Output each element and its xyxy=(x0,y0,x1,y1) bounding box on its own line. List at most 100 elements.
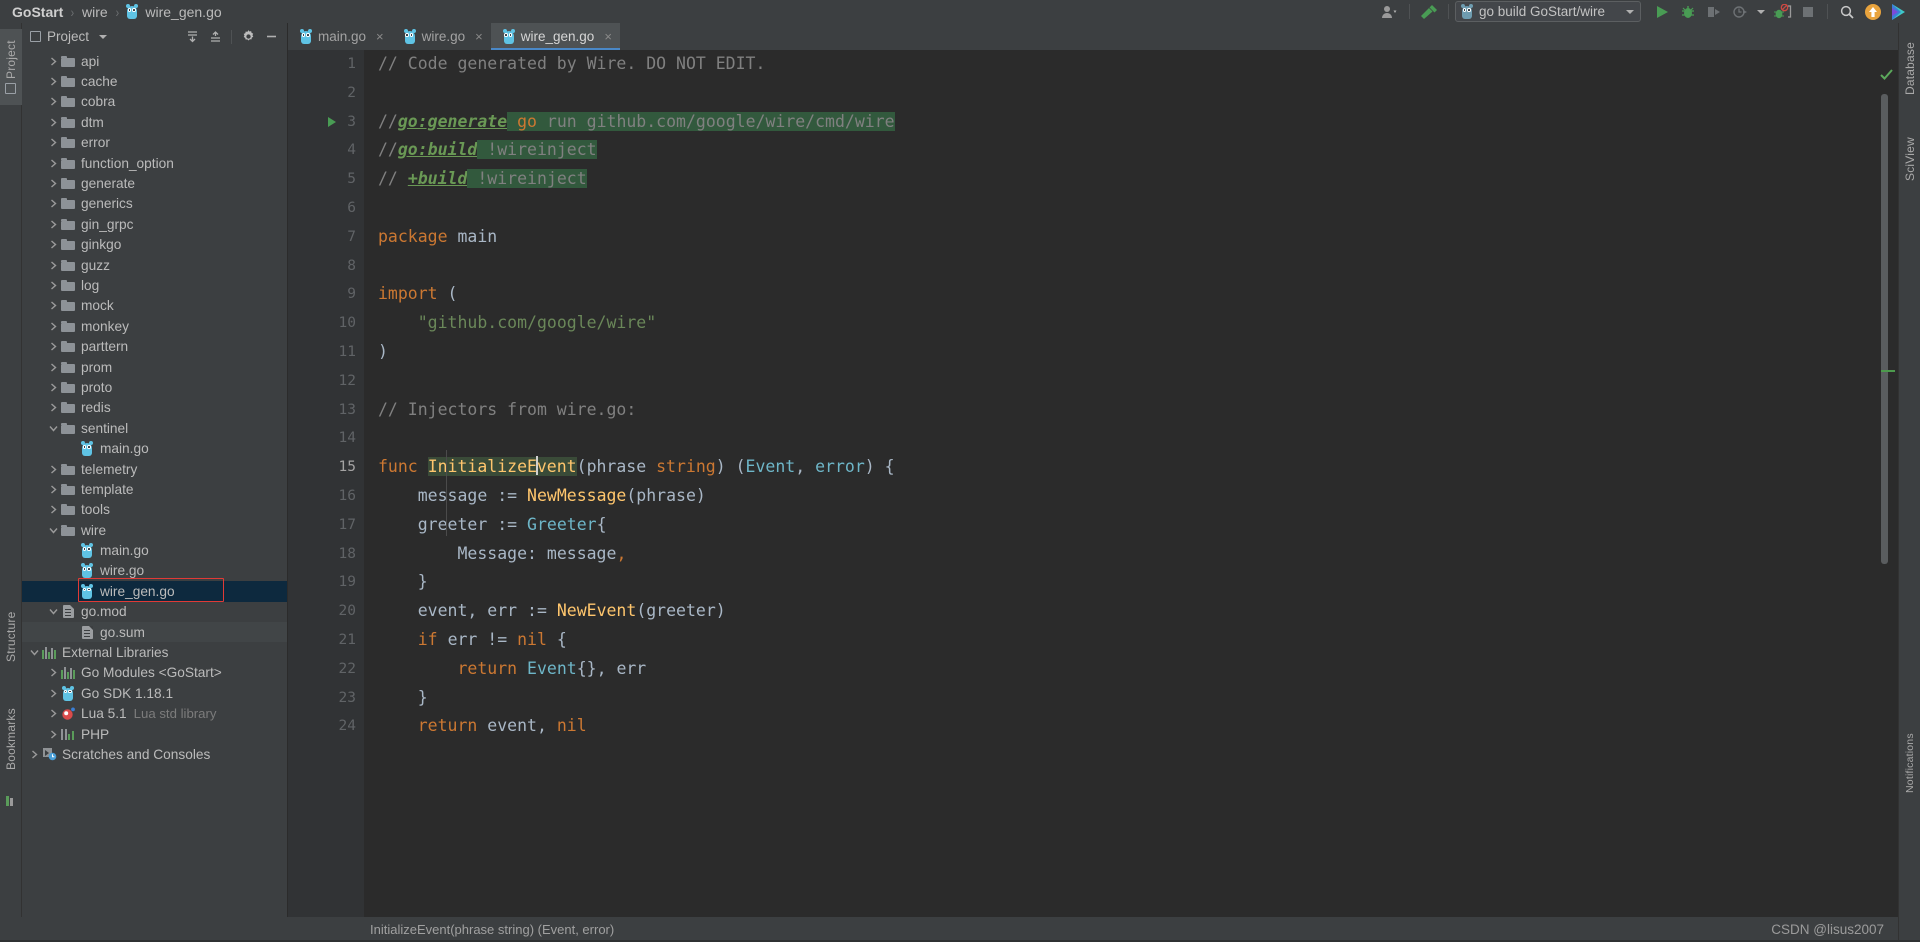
tree-expand-arrow[interactable] xyxy=(47,663,60,683)
gutter-line-number[interactable]: 11 xyxy=(288,338,375,367)
tree-folder-row[interactable]: parttern xyxy=(22,336,287,356)
stop-icon[interactable] xyxy=(1795,1,1821,23)
tree-file-row[interactable]: Go SDK 1.18.1 xyxy=(22,683,287,703)
code-line[interactable]: ) xyxy=(378,338,1898,367)
tree-folder-row[interactable]: sentinel xyxy=(22,418,287,438)
gutter-line-number[interactable]: 7 xyxy=(288,223,364,252)
code-line[interactable]: package main xyxy=(378,223,1898,252)
code-line[interactable] xyxy=(378,194,1898,223)
project-file-tree[interactable]: api cache cobra dtm error function_option gene… xyxy=(22,50,287,917)
code-line[interactable]: return event, nil xyxy=(378,712,1898,741)
gutter-line-number[interactable]: 20 xyxy=(288,597,364,626)
tree-expand-arrow[interactable] xyxy=(47,133,60,153)
tree-expand-arrow[interactable] xyxy=(47,92,60,112)
chevron-down-icon[interactable] xyxy=(1753,1,1769,23)
tree-expand-arrow[interactable] xyxy=(47,112,60,132)
tree-file-row[interactable]: Go Modules <GoStart> xyxy=(22,663,287,683)
code-line[interactable]: //go:generate go run github.com/google/w… xyxy=(378,108,1898,137)
code-line[interactable]: import ( xyxy=(378,280,1898,309)
hammer-icon[interactable] xyxy=(1416,1,1442,23)
tree-expand-arrow[interactable] xyxy=(47,500,60,520)
code-line[interactable]: // Injectors from wire.go: xyxy=(378,396,1898,425)
gutter-line-number[interactable]: 9 xyxy=(288,280,375,309)
code-line[interactable]: message := NewMessage(phrase) xyxy=(378,482,1898,511)
tree-folder-row[interactable]: telemetry xyxy=(22,459,287,479)
editor-code-content[interactable]: // Code generated by Wire. DO NOT EDIT. … xyxy=(364,50,1898,917)
tree-expand-arrow[interactable] xyxy=(47,357,60,377)
gutter-line-number[interactable]: 1 xyxy=(288,50,364,79)
tree-folder-row[interactable]: gin_grpc xyxy=(22,214,287,234)
gutter-line-number[interactable]: 4 xyxy=(288,136,364,165)
ide-logo-icon[interactable] xyxy=(1886,1,1912,23)
tree-expand-arrow[interactable] xyxy=(28,744,41,764)
editor-tab-strip[interactable]: main.go × wire.go × wire_gen.go × xyxy=(288,23,1898,50)
tree-expand-arrow[interactable] xyxy=(47,255,60,275)
close-icon[interactable]: × xyxy=(376,29,384,44)
code-line[interactable]: func InitializeEvent(phrase string) (Eve… xyxy=(378,453,1898,482)
expand-all-icon[interactable] xyxy=(182,27,202,47)
tool-window-structure[interactable]: Structure xyxy=(0,595,22,679)
tree-expand-arrow[interactable] xyxy=(47,153,60,173)
tree-file-row[interactable]: main.go xyxy=(22,438,287,458)
tool-window-database[interactable]: Database xyxy=(1899,29,1920,109)
run-gutter-icon[interactable] xyxy=(328,116,336,127)
code-line[interactable] xyxy=(378,424,1898,453)
tree-expand-arrow[interactable] xyxy=(66,541,79,561)
gutter-line-number[interactable]: 18 xyxy=(288,540,364,569)
collapse-all-icon[interactable] xyxy=(205,27,225,47)
editor-tab[interactable]: wire_gen.go × xyxy=(490,23,621,50)
code-line[interactable]: "github.com/google/wire" xyxy=(378,309,1898,338)
gutter-line-number[interactable]: 8 xyxy=(288,252,364,281)
editor-vertical-scrollbar[interactable] xyxy=(1881,94,1888,564)
code-line[interactable]: // +build !wireinject xyxy=(378,165,1898,194)
tree-folder-row[interactable]: cobra xyxy=(22,92,287,112)
editor-tab[interactable]: main.go × xyxy=(288,23,392,50)
tree-folder-row[interactable]: api xyxy=(22,51,287,71)
gutter-line-number[interactable]: 15 xyxy=(288,453,375,482)
run-with-coverage-icon[interactable] xyxy=(1701,1,1727,23)
debug-bug-icon[interactable] xyxy=(1675,1,1701,23)
tree-file-row[interactable]: wire_gen.go xyxy=(22,581,287,602)
gutter-line-number[interactable]: 5 xyxy=(288,165,375,194)
tree-folder-row[interactable]: wire xyxy=(22,520,287,540)
tree-folder-row[interactable]: prom xyxy=(22,357,287,377)
tree-folder-row[interactable]: guzz xyxy=(22,255,287,275)
tree-file-row[interactable]: PHP xyxy=(22,724,287,744)
code-line[interactable]: return Event{}, err xyxy=(378,655,1898,684)
code-line[interactable] xyxy=(378,79,1898,108)
tree-expand-arrow[interactable] xyxy=(66,581,79,601)
tree-folder-row[interactable]: tools xyxy=(22,500,287,520)
tree-expand-arrow[interactable] xyxy=(66,622,79,642)
gutter-line-number[interactable]: 13 xyxy=(288,396,364,425)
editor-tab[interactable]: wire.go × xyxy=(392,23,491,50)
breadcrumb-project[interactable]: GoStart xyxy=(9,4,66,20)
gutter-line-number[interactable]: 24 xyxy=(288,712,364,741)
tree-expand-arrow[interactable] xyxy=(66,561,79,581)
breadcrumb-folder[interactable]: wire xyxy=(79,4,111,20)
tree-folder-row[interactable]: generics xyxy=(22,194,287,214)
tool-window-notifications[interactable]: Notifications xyxy=(1899,713,1920,813)
gutter-line-number[interactable]: 14 xyxy=(288,424,364,453)
tree-folder-row[interactable]: monkey xyxy=(22,316,287,336)
tree-folder-row[interactable]: mock xyxy=(22,296,287,316)
tree-expand-arrow[interactable] xyxy=(47,520,60,540)
attach-debugger-icon[interactable] xyxy=(1769,1,1795,23)
code-line[interactable]: // Code generated by Wire. DO NOT EDIT. xyxy=(378,50,1898,79)
code-line[interactable]: } xyxy=(378,684,1898,713)
tree-folder-row[interactable]: redis xyxy=(22,398,287,418)
inspection-ok-icon[interactable] xyxy=(1880,68,1893,80)
tree-folder-row[interactable]: function_option xyxy=(22,153,287,173)
breadcrumb-file[interactable]: wire_gen.go xyxy=(142,4,224,20)
tree-file-row[interactable]: wire.go xyxy=(22,561,287,581)
tree-folder-row[interactable]: dtm xyxy=(22,112,287,132)
gutter-line-number[interactable]: 19 xyxy=(288,568,375,597)
close-icon[interactable]: × xyxy=(475,29,483,44)
code-line[interactable]: greeter := Greeter{ xyxy=(378,511,1898,540)
tree-folder-row[interactable]: error xyxy=(22,133,287,153)
gutter-line-number[interactable]: 23 xyxy=(288,684,375,713)
code-line[interactable] xyxy=(378,367,1898,396)
tree-expand-arrow[interactable] xyxy=(28,643,41,663)
tool-window-bookmarks[interactable]: Bookmarks xyxy=(0,693,22,785)
tree-folder-row[interactable]: generate xyxy=(22,173,287,193)
tree-expand-arrow[interactable] xyxy=(47,724,60,744)
